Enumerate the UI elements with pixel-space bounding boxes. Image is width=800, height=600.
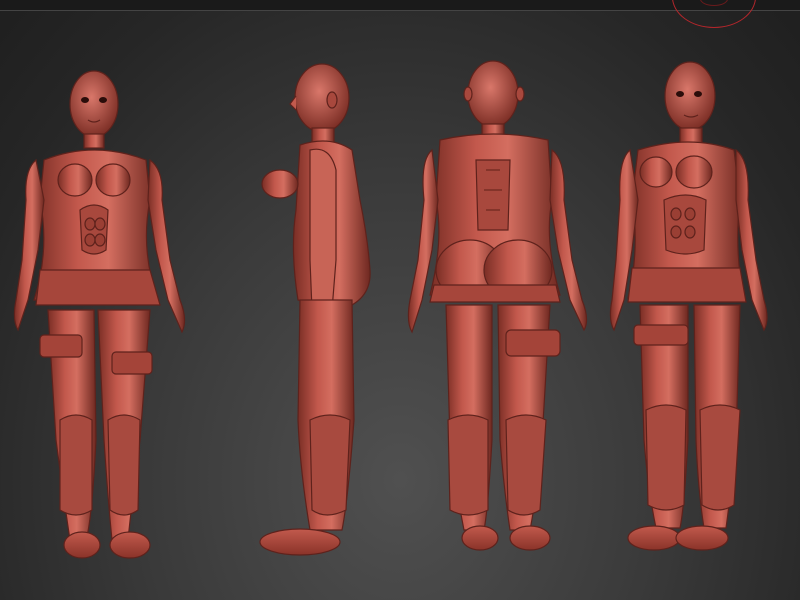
figure-three-quarter-icon — [609, 61, 768, 551]
sculpt-viewport[interactable] — [0, 0, 800, 600]
model-render — [13, 60, 768, 559]
figure-side-icon — [259, 63, 371, 556]
figure-back-icon — [407, 60, 588, 551]
figure-front-icon — [13, 70, 186, 559]
